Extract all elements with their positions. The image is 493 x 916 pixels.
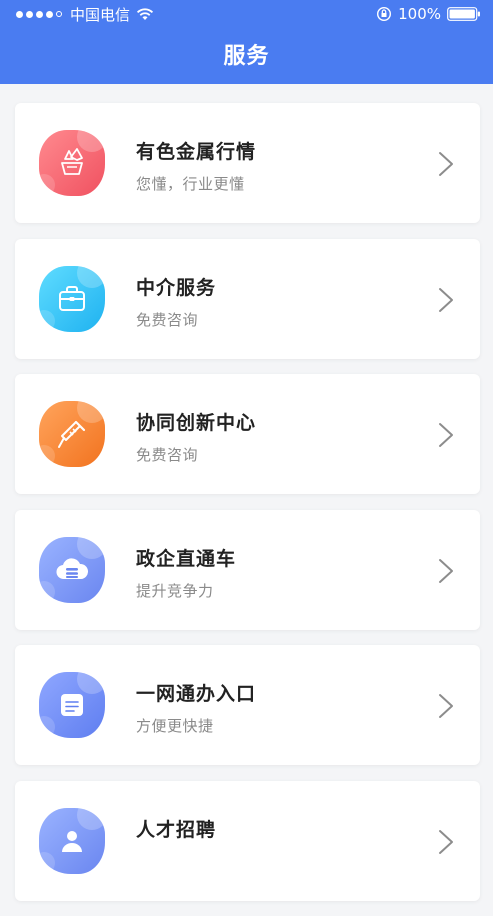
service-title: 人才招聘 [136,818,217,841]
service-list: 有色金属行情 您懂，行业更懂 中介服务 免费咨询 协同创新中心 免费咨询 政企直… [15,103,480,916]
people-icon [39,807,105,874]
service-title: 政企直通车 [136,547,237,570]
service-subtitle: 您懂，行业更懂 [136,175,245,193]
battery-icon [447,7,480,21]
status-bar: 中国电信 100% [0,0,493,28]
rotation-lock-icon [377,6,392,22]
service-subtitle: 方便更快捷 [136,717,214,735]
chevron-right-icon [439,558,453,583]
signal-strength-icon [16,10,62,18]
carrier-name: 中国电信 [70,5,131,24]
crystal-icon [39,130,105,196]
service-card-agency[interactable]: 中介服务 免费咨询 [15,238,480,359]
service-subtitle: 免费咨询 [136,446,199,464]
service-subtitle: 免费咨询 [136,310,199,329]
service-subtitle: 提升竞争力 [136,581,214,600]
top-bar: 中国电信 100% 服务 [0,0,493,84]
service-title: 一网通办入口 [136,683,257,705]
service-card-nonferrous-metals[interactable]: 有色金属行情 您懂，行业更懂 [15,103,480,223]
chevron-right-icon [439,423,453,447]
document-icon [39,672,105,738]
chevron-right-icon [439,287,453,312]
briefcase-icon [39,265,105,332]
chevron-right-icon [439,829,453,854]
service-card-gov-enterprise[interactable]: 政企直通车 提升竞争力 [15,509,480,630]
service-title: 有色金属行情 [136,141,257,163]
service-card-one-stop-portal[interactable]: 一网通办入口 方便更快捷 [15,645,480,765]
chevron-right-icon [439,694,453,718]
chevron-right-icon [439,152,453,176]
wifi-icon [136,8,154,20]
service-card-innovation-center[interactable]: 协同创新中心 免费咨询 [15,374,480,494]
battery-percent: 100% [398,5,441,23]
service-title: 协同创新中心 [136,412,257,434]
service-card-talent-recruitment[interactable]: 人才招聘 [15,780,480,901]
page-title: 服务 [223,44,270,69]
service-title: 中介服务 [136,276,217,299]
syringe-icon [39,401,105,467]
cloud-server-icon [39,536,105,603]
